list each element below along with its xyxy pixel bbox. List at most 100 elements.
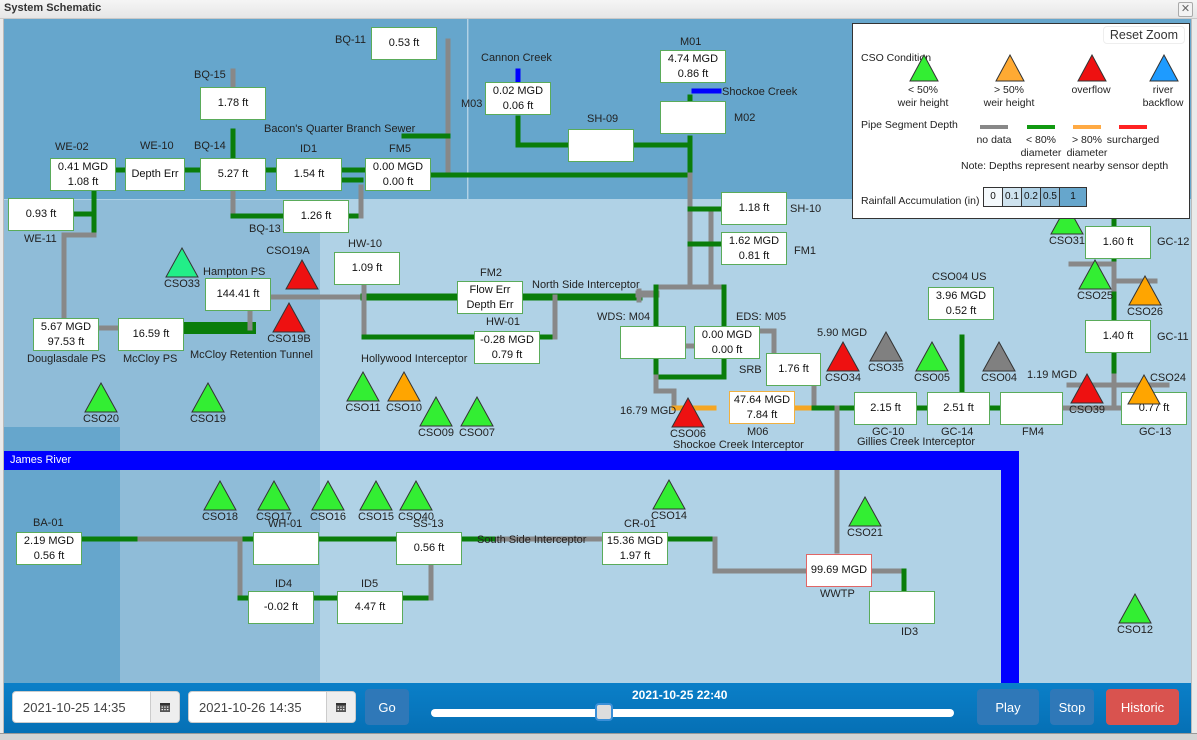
sensor-node-ba01[interactable]: 2.19 MGD 0.56 ft — [16, 532, 82, 565]
end-date-field[interactable] — [188, 691, 356, 723]
sensor-node-wwtp[interactable]: 99.69 MGD — [806, 554, 872, 587]
route-label-shockoe-interceptor: Shockoe Creek Interceptor — [673, 439, 804, 451]
sensor-node-m02[interactable] — [660, 101, 726, 134]
node-value: 0.06 ft — [502, 99, 534, 112]
start-date-input[interactable] — [13, 692, 150, 722]
sensor-node-id1[interactable]: 1.54 ft — [276, 158, 342, 191]
route-label-north-side: North Side Interceptor — [532, 279, 640, 291]
sensor-node-m06[interactable]: 47.64 MGD 7.84 ft — [729, 391, 795, 424]
time-slider-handle[interactable] — [594, 703, 613, 721]
calendar-icon[interactable] — [326, 692, 355, 722]
calendar-icon[interactable] — [150, 692, 179, 722]
node-label: SH-09 — [587, 113, 619, 125]
cso-triangle-icon — [1128, 275, 1162, 306]
schematic-canvas[interactable]: James River 0.53 ft BQ-11 1.78 ft BQ-15 0.41… — [3, 19, 1192, 683]
sensor-node-gc11[interactable]: 1.40 ft — [1085, 320, 1151, 353]
sensor-node-fm1[interactable]: 1.62 MGD 0.81 ft — [721, 232, 787, 265]
rainfall-scale-cell: 0 — [984, 188, 1003, 206]
node-label: FM4 — [1022, 426, 1044, 438]
cso-label: CSO19 — [189, 413, 227, 425]
sensor-node-bq13[interactable]: 1.26 ft — [283, 200, 349, 233]
pipe-depth-title: Pipe Segment Depth — [861, 119, 958, 131]
node-value: 0.93 ft — [25, 208, 57, 220]
cso-triangle-icon — [359, 480, 393, 511]
sensor-node-fm2[interactable]: Flow Err Depth Err — [457, 281, 523, 314]
cso-label: CSO19B — [267, 333, 311, 345]
sensor-node-m05[interactable]: 0.00 MGD 0.00 ft — [694, 326, 760, 359]
node-value: 144.41 ft — [216, 288, 260, 300]
legend-cso-label: > 50% weir height — [983, 84, 1035, 109]
sensor-node-we10[interactable]: Depth Err — [125, 158, 185, 191]
node-value: 47.64 MGD — [733, 393, 791, 406]
play-button[interactable]: Play — [977, 689, 1039, 725]
cso-triangle-icon — [652, 479, 686, 510]
sensor-node-we11[interactable]: 0.93 ft — [8, 198, 74, 231]
historic-button[interactable]: Historic — [1106, 689, 1179, 725]
start-date-field[interactable] — [12, 691, 180, 723]
current-time-label: 2021-10-25 22:40 — [632, 688, 728, 702]
sensor-node-bq11[interactable]: 0.53 ft — [371, 27, 437, 60]
sensor-node-gc14[interactable]: 2.51 ft — [927, 392, 990, 425]
cso-triangle-icon — [346, 371, 380, 402]
node-label: ID1 — [300, 143, 318, 155]
stop-button[interactable]: Stop — [1050, 689, 1094, 725]
sensor-node-we02[interactable]: 0.41 MGD 1.08 ft — [50, 158, 116, 191]
sensor-node-mccloy[interactable]: 16.59 ft — [118, 318, 184, 351]
sensor-node-cr01[interactable]: 15.36 MGD 1.97 ft — [602, 532, 668, 565]
sensor-node-fm5[interactable]: 0.00 MGD 0.00 ft — [365, 158, 431, 191]
sensor-node-hw01[interactable]: -0.28 MGD 0.79 ft — [474, 331, 540, 364]
sensor-node-ss13[interactable]: 0.56 ft — [396, 532, 462, 565]
sensor-node-m04[interactable] — [620, 326, 686, 359]
sensor-node-hampton[interactable]: 144.41 ft — [205, 278, 271, 311]
time-slider-track[interactable] — [431, 709, 954, 717]
sensor-node-bq14[interactable]: 5.27 ft — [200, 158, 266, 191]
node-value: -0.02 ft — [263, 601, 299, 613]
cso-triangle-icon — [84, 382, 118, 413]
close-icon[interactable]: ✕ — [1178, 2, 1193, 17]
sensor-node-wh01[interactable] — [253, 532, 319, 565]
sensor-node-douglasdale[interactable]: 5.67 MGD 97.53 ft — [33, 318, 99, 351]
node-label: HW-01 — [486, 316, 521, 328]
node-value: 15.36 MGD — [606, 534, 664, 547]
cso-triangle-icon — [399, 480, 433, 511]
cso-label: CSO20 — [82, 413, 120, 425]
cso-label: CSO33 — [163, 278, 201, 290]
node-value: 0.79 ft — [491, 348, 523, 361]
node-label: WWTP — [820, 588, 855, 600]
sensor-node-hw10[interactable]: 1.09 ft — [334, 252, 400, 285]
sensor-node-m03[interactable]: 0.02 MGD 0.06 ft — [485, 82, 551, 115]
sensor-node-id4[interactable]: -0.02 ft — [248, 591, 314, 624]
legend-cso-triangle-icon — [1077, 53, 1107, 87]
sensor-node-sh10[interactable]: 1.18 ft — [721, 192, 787, 225]
reset-zoom-button[interactable]: Reset Zoom — [1102, 26, 1185, 44]
sensor-node-bq15[interactable]: 1.78 ft — [200, 87, 266, 120]
node-value: 1.40 ft — [1102, 330, 1134, 342]
sensor-node-id3[interactable] — [869, 591, 935, 624]
route-label-south-side: South Side Interceptor — [477, 534, 587, 546]
sensor-node-gc10[interactable]: 2.15 ft — [854, 392, 917, 425]
james-river-label: James River — [10, 454, 72, 466]
sensor-node-sh09[interactable] — [568, 129, 634, 162]
node-value: 4.74 MGD — [667, 52, 719, 65]
sensor-node-srb[interactable]: 1.76 ft — [766, 353, 821, 386]
node-value: 16.59 ft — [132, 328, 170, 340]
sensor-node-cso04us[interactable]: 3.96 MGD 0.52 ft — [928, 287, 994, 320]
cso-triangle-icon — [826, 341, 860, 372]
end-date-input[interactable] — [189, 692, 326, 722]
go-button[interactable]: Go — [365, 689, 409, 725]
route-label-cannon-creek: Cannon Creek — [481, 52, 552, 64]
window-title: System Schematic — [4, 2, 102, 14]
node-label: BQ-14 — [194, 140, 226, 152]
node-label: FM5 — [389, 143, 411, 155]
sensor-node-id5[interactable]: 4.47 ft — [337, 591, 403, 624]
node-value: -0.28 MGD — [480, 333, 534, 346]
sensor-node-fm4[interactable] — [1000, 392, 1063, 425]
node-value: 0.00 ft — [711, 343, 743, 356]
node-label: McCloy PS — [123, 353, 178, 365]
cso-label: CSO16 — [309, 511, 347, 523]
cso-label: CSO09 — [417, 427, 455, 439]
sensor-node-gc12[interactable]: 1.60 ft — [1085, 226, 1151, 259]
node-label: M02 — [734, 112, 756, 124]
sensor-node-m01[interactable]: 4.74 MGD 0.86 ft — [660, 50, 726, 83]
node-label: FM2 — [480, 267, 502, 279]
